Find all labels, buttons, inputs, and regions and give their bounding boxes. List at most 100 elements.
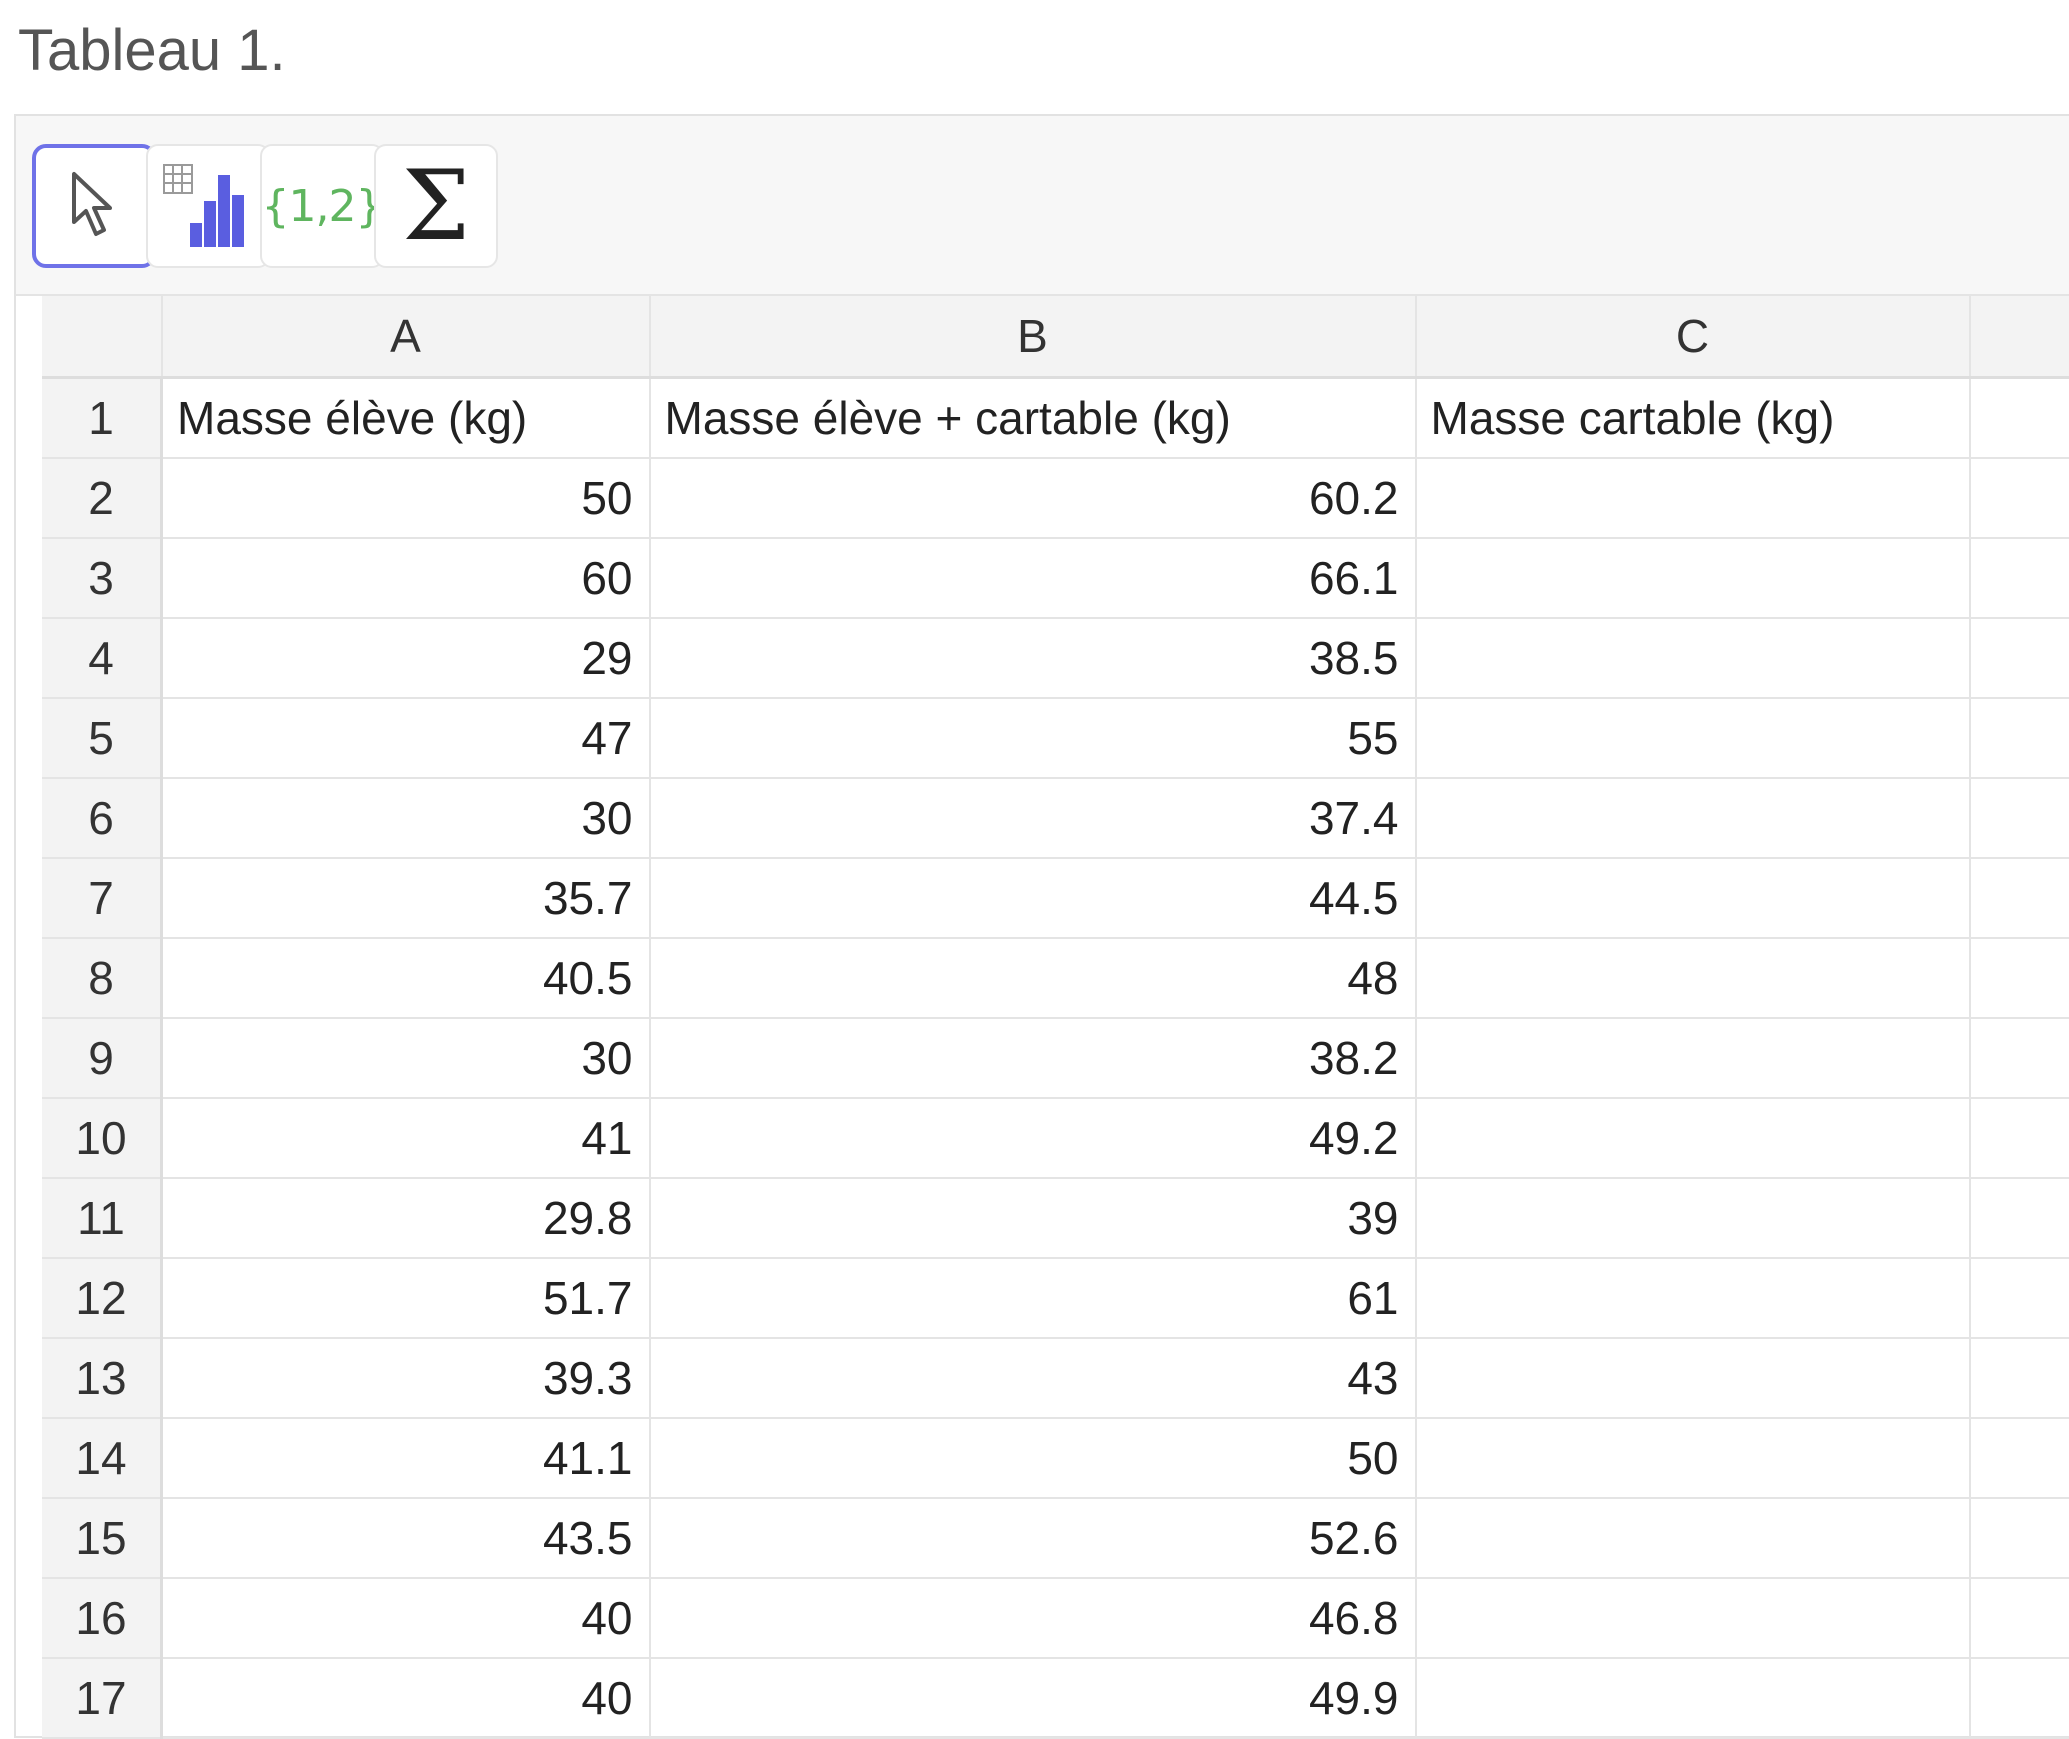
cell-c[interactable] bbox=[1416, 1338, 1970, 1418]
row-header[interactable]: 4 bbox=[42, 618, 162, 698]
cell-c[interactable] bbox=[1416, 698, 1970, 778]
cell-a[interactable]: 40.5 bbox=[162, 938, 650, 1018]
column-header-d[interactable] bbox=[1970, 296, 2069, 378]
cell-b[interactable]: 46.8 bbox=[650, 1578, 1416, 1658]
select-all-corner[interactable] bbox=[42, 296, 162, 378]
table-row: 42938.5 bbox=[42, 618, 2069, 698]
cell-a[interactable]: 35.7 bbox=[162, 858, 650, 938]
cell-d[interactable] bbox=[1970, 1178, 2069, 1258]
cell-a[interactable]: 41 bbox=[162, 1098, 650, 1178]
cell-b[interactable]: 49.2 bbox=[650, 1098, 1416, 1178]
table-row: 1441.150 bbox=[42, 1418, 2069, 1498]
cell-d1[interactable] bbox=[1970, 378, 2069, 459]
cell-d[interactable] bbox=[1970, 858, 2069, 938]
cell-a[interactable]: 29 bbox=[162, 618, 650, 698]
column-header-a[interactable]: A bbox=[162, 296, 650, 378]
cell-d[interactable] bbox=[1970, 538, 2069, 618]
cell-c[interactable] bbox=[1416, 938, 1970, 1018]
cell-c[interactable] bbox=[1416, 1418, 1970, 1498]
cell-d[interactable] bbox=[1970, 1098, 2069, 1178]
cell-d[interactable] bbox=[1970, 1418, 2069, 1498]
cell-c[interactable] bbox=[1416, 538, 1970, 618]
cell-d[interactable] bbox=[1970, 1658, 2069, 1738]
row-header[interactable]: 14 bbox=[42, 1418, 162, 1498]
cell-c[interactable] bbox=[1416, 1658, 1970, 1738]
row-header[interactable]: 15 bbox=[42, 1498, 162, 1578]
column-header-b[interactable]: B bbox=[650, 296, 1416, 378]
row-header[interactable]: 13 bbox=[42, 1338, 162, 1418]
table-row: 1129.839 bbox=[42, 1178, 2069, 1258]
cell-a[interactable]: 40 bbox=[162, 1578, 650, 1658]
cell-d[interactable] bbox=[1970, 938, 2069, 1018]
cell-b[interactable]: 66.1 bbox=[650, 538, 1416, 618]
cell-c[interactable] bbox=[1416, 618, 1970, 698]
cell-a1[interactable]: Masse élève (kg) bbox=[162, 378, 650, 459]
cell-a[interactable]: 43.5 bbox=[162, 1498, 650, 1578]
sum-button[interactable]: Σ bbox=[374, 144, 498, 268]
cell-c[interactable] bbox=[1416, 1018, 1970, 1098]
row-header[interactable]: 10 bbox=[42, 1098, 162, 1178]
row-header[interactable]: 12 bbox=[42, 1258, 162, 1338]
cell-b[interactable]: 55 bbox=[650, 698, 1416, 778]
row-header[interactable]: 1 bbox=[42, 378, 162, 459]
row-header[interactable]: 8 bbox=[42, 938, 162, 1018]
select-tool-button[interactable] bbox=[32, 144, 156, 268]
row-header[interactable]: 17 bbox=[42, 1658, 162, 1738]
cell-b[interactable]: 49.9 bbox=[650, 1658, 1416, 1738]
cell-c[interactable] bbox=[1416, 1178, 1970, 1258]
row-header[interactable]: 2 bbox=[42, 458, 162, 538]
row-header[interactable]: 11 bbox=[42, 1178, 162, 1258]
cell-b[interactable]: 37.4 bbox=[650, 778, 1416, 858]
cell-d[interactable] bbox=[1970, 458, 2069, 538]
cell-c[interactable] bbox=[1416, 1258, 1970, 1338]
cell-a[interactable]: 39.3 bbox=[162, 1338, 650, 1418]
sigma-icon: Σ bbox=[402, 158, 470, 254]
row-header[interactable]: 6 bbox=[42, 778, 162, 858]
one-variable-analysis-button[interactable] bbox=[146, 144, 270, 268]
column-header-c[interactable]: C bbox=[1416, 296, 1970, 378]
cell-a[interactable]: 40 bbox=[162, 1658, 650, 1738]
cell-b[interactable]: 52.6 bbox=[650, 1498, 1416, 1578]
table-row: 104149.2 bbox=[42, 1098, 2069, 1178]
cursor-arrow-icon bbox=[66, 170, 122, 242]
cell-b[interactable]: 50 bbox=[650, 1418, 1416, 1498]
cell-c[interactable] bbox=[1416, 1498, 1970, 1578]
cell-b[interactable]: 61 bbox=[650, 1258, 1416, 1338]
cell-d[interactable] bbox=[1970, 778, 2069, 858]
cell-d[interactable] bbox=[1970, 698, 2069, 778]
cell-b1[interactable]: Masse élève + cartable (kg) bbox=[650, 378, 1416, 459]
row-header[interactable]: 16 bbox=[42, 1578, 162, 1658]
cell-d[interactable] bbox=[1970, 1338, 2069, 1418]
cell-a[interactable]: 51.7 bbox=[162, 1258, 650, 1338]
cell-c[interactable] bbox=[1416, 1098, 1970, 1178]
row-header[interactable]: 3 bbox=[42, 538, 162, 618]
cell-b[interactable]: 48 bbox=[650, 938, 1416, 1018]
cell-a[interactable]: 30 bbox=[162, 778, 650, 858]
cell-c[interactable] bbox=[1416, 458, 1970, 538]
cell-a[interactable]: 30 bbox=[162, 1018, 650, 1098]
cell-b[interactable]: 60.2 bbox=[650, 458, 1416, 538]
row-header[interactable]: 9 bbox=[42, 1018, 162, 1098]
cell-c1[interactable]: Masse cartable (kg) bbox=[1416, 378, 1970, 459]
cell-a[interactable]: 47 bbox=[162, 698, 650, 778]
cell-b[interactable]: 44.5 bbox=[650, 858, 1416, 938]
row-header[interactable]: 5 bbox=[42, 698, 162, 778]
cell-d[interactable] bbox=[1970, 1578, 2069, 1658]
cell-b[interactable]: 38.5 bbox=[650, 618, 1416, 698]
create-list-button[interactable]: {1,2} bbox=[260, 144, 384, 268]
cell-d[interactable] bbox=[1970, 1018, 2069, 1098]
cell-c[interactable] bbox=[1416, 778, 1970, 858]
cell-b[interactable]: 39 bbox=[650, 1178, 1416, 1258]
cell-d[interactable] bbox=[1970, 1258, 2069, 1338]
cell-c[interactable] bbox=[1416, 1578, 1970, 1658]
cell-d[interactable] bbox=[1970, 1498, 2069, 1578]
row-header[interactable]: 7 bbox=[42, 858, 162, 938]
cell-d[interactable] bbox=[1970, 618, 2069, 698]
cell-a[interactable]: 60 bbox=[162, 538, 650, 618]
cell-c[interactable] bbox=[1416, 858, 1970, 938]
cell-a[interactable]: 29.8 bbox=[162, 1178, 650, 1258]
cell-b[interactable]: 43 bbox=[650, 1338, 1416, 1418]
cell-a[interactable]: 50 bbox=[162, 458, 650, 538]
cell-b[interactable]: 38.2 bbox=[650, 1018, 1416, 1098]
cell-a[interactable]: 41.1 bbox=[162, 1418, 650, 1498]
